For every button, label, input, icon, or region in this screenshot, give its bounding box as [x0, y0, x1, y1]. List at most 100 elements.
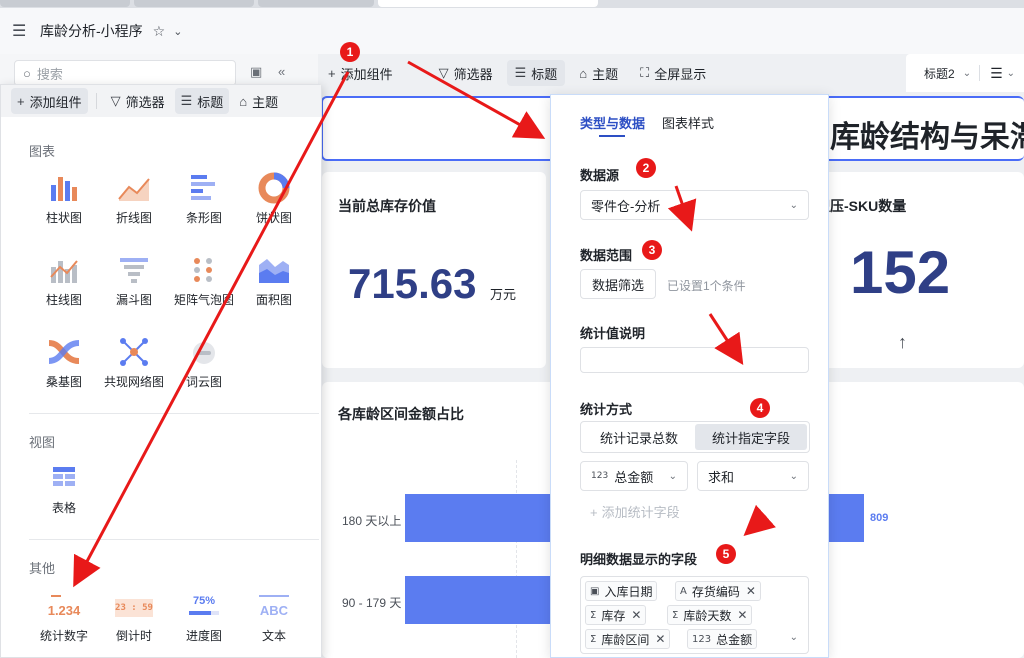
gallery-item-bar-chart[interactable]: 柱状图	[29, 171, 99, 231]
gallery-item-table[interactable]: 表格	[29, 461, 99, 521]
add-component-popup: + 添加组件 ▽ 筛选器 ☰ 标题 ⌂ 主题 图表 柱状图 折线图 条形图 饼状图 柱线…	[0, 84, 322, 658]
text-icon: ABC	[239, 589, 309, 623]
close-icon[interactable]: ✕	[655, 632, 665, 646]
word-cloud-icon	[193, 342, 215, 364]
chart-config-panel: 类型与数据 图表样式 数据源 零件仓-分析 ⌄ 数据范围 数据筛选 已设置1个条…	[550, 94, 829, 658]
kpi-card-sku-count[interactable]: 积压-SKU数量 152 ↑	[806, 172, 1024, 368]
gallery-item-funnel[interactable]: 漏斗图	[99, 253, 169, 313]
statistic-number-icon: 1.234	[29, 589, 99, 623]
chevron-down-icon: ⌄	[789, 470, 798, 482]
gallery-item-statistic-number[interactable]: 1.234 统计数字	[29, 589, 99, 649]
chart-title: 各库龄区间金额占比	[338, 406, 464, 422]
stat-field-select[interactable]: 123 总金额 ⌄	[580, 461, 688, 491]
gallery-item-horizontal-bar[interactable]: 条形图	[169, 171, 239, 231]
search-input[interactable]: ○ 搜索	[14, 60, 236, 86]
kpi-title: 积压-SKU数量	[816, 198, 907, 214]
filter-button[interactable]: ▽ 筛选器	[105, 88, 171, 114]
close-icon[interactable]: ✕	[737, 608, 747, 622]
text-field-icon: A	[680, 585, 687, 597]
bar-chart-icon	[51, 177, 77, 201]
bar-value-label: 809	[870, 512, 889, 524]
close-icon[interactable]: ✕	[746, 584, 756, 598]
close-icon[interactable]: ✕	[631, 608, 641, 622]
stat-option-count[interactable]: 统计记录总数	[583, 424, 695, 450]
fullscreen-button[interactable]: ⛶ 全屏显示	[632, 60, 714, 86]
theme-label: 主题	[592, 66, 619, 82]
detail-fields-select[interactable]: ▣ 入库日期 A 存货编码 ✕ Σ 库存 ✕ Σ 库龄天数 ✕ Σ 库龄区间 ✕ 123 总金额 ⌄	[580, 576, 809, 654]
title-level-select[interactable]: 标题2	[924, 65, 955, 82]
gallery-item-matrix-bubble[interactable]: 矩阵气泡图	[169, 253, 239, 313]
gallery-item-network[interactable]: 共现网络图	[99, 335, 169, 395]
plus-icon: +	[590, 505, 598, 520]
divider	[29, 539, 319, 540]
active-tab-indicator	[599, 135, 625, 137]
gallery-item-text[interactable]: ABC 文本	[239, 589, 309, 649]
browser-tab[interactable]	[258, 0, 374, 7]
gallery-label: 柱状图	[45, 211, 82, 225]
menu-icon[interactable]: ☰	[12, 21, 32, 41]
filter-button[interactable]: ▽ 筛选器	[431, 60, 501, 86]
arrow-up-icon: ↑	[898, 332, 907, 352]
add-stat-field-button[interactable]: + 添加统计字段	[590, 502, 680, 521]
gallery-item-line-chart[interactable]: 折线图	[99, 171, 169, 231]
star-icon[interactable]: ☆	[153, 23, 166, 40]
title-icon: ☰	[514, 65, 527, 80]
browser-tab[interactable]	[134, 0, 254, 7]
number-field-icon: 123	[591, 471, 609, 481]
gallery-item-word-cloud[interactable]: 词云图	[169, 335, 239, 395]
chevron-down-icon[interactable]: ⌄	[963, 68, 971, 79]
field-chip-label: 库存	[601, 608, 626, 623]
area-chart-icon	[259, 259, 289, 283]
stat-desc-label: 统计值说明	[580, 326, 646, 341]
filter-label: 筛选器	[453, 66, 493, 82]
gallery-item-area-chart[interactable]: 面积图	[239, 253, 309, 313]
data-filter-button[interactable]: 数据筛选	[580, 269, 656, 299]
stat-agg-select[interactable]: 求和 ⌄	[697, 461, 809, 491]
field-chip-label: 存货编码	[691, 584, 740, 599]
collapse-panel-icon[interactable]: ▣	[250, 64, 262, 80]
divider	[95, 93, 97, 109]
title-button[interactable]: ☰ 标题	[506, 60, 566, 86]
kpi-card-total-inventory[interactable]: 当前总库存价值 715.63 万元	[322, 172, 546, 368]
search-icon: ○	[23, 65, 31, 81]
network-icon	[120, 338, 148, 366]
stat-option-field[interactable]: 统计指定字段	[695, 424, 807, 450]
number-field-icon: 123	[692, 633, 712, 645]
browser-tab-active[interactable]	[378, 0, 598, 7]
theme-button[interactable]: ⌂ 主题	[571, 60, 626, 86]
gallery-label: 桑基图	[45, 375, 82, 389]
add-component-button[interactable]: + 添加组件	[11, 88, 88, 114]
theme-button[interactable]: ⌂ 主题	[233, 88, 284, 114]
data-source-select[interactable]: 零件仓-分析 ⌄	[580, 190, 809, 220]
add-component-label: 添加组件	[29, 94, 82, 110]
dashboard-title: 库龄结构与呆滞	[830, 121, 1024, 154]
tab-type-and-data[interactable]: 类型与数据	[580, 113, 645, 132]
table-icon	[53, 467, 75, 486]
gallery-label: 饼状图	[255, 211, 292, 225]
gallery-item-bar-line[interactable]: 柱线图	[29, 253, 99, 313]
title-style-controls: 标题2 ⌄ ☰ ⌄	[906, 54, 1024, 92]
detail-fields-label: 明细数据显示的字段	[580, 552, 698, 567]
gallery-label: 词云图	[185, 375, 222, 389]
add-component-button[interactable]: + 添加组件	[320, 60, 401, 86]
title-button[interactable]: ☰ 标题	[174, 88, 230, 114]
gallery-item-sankey[interactable]: 桑基图	[29, 335, 99, 395]
browser-tab[interactable]	[0, 0, 130, 7]
gallery-item-countdown[interactable]: 23 : 59 倒计时	[99, 589, 169, 649]
align-icon[interactable]: ☰	[990, 65, 1003, 82]
field-chip-label: 库龄天数	[683, 608, 732, 623]
chevron-down-icon[interactable]: ⌄	[173, 25, 182, 38]
stat-method-toggle: 统计记录总数 统计指定字段	[580, 421, 810, 453]
horizontal-bar-icon	[191, 175, 215, 200]
step-marker: 3	[642, 240, 662, 260]
shirt-icon: ⌂	[579, 65, 588, 81]
gallery-item-pie-chart[interactable]: 饼状图	[239, 171, 309, 231]
gallery-item-progress[interactable]: 75% 进度图	[169, 589, 239, 649]
stat-desc-input[interactable]	[580, 347, 809, 373]
double-chevron-left-icon[interactable]: «	[278, 64, 285, 79]
gallery-label: 折线图	[115, 211, 152, 225]
chevron-down-icon[interactable]: ⌄	[1007, 68, 1015, 79]
tab-chart-style[interactable]: 图表样式	[662, 113, 714, 132]
stat-method-label: 统计方式	[580, 402, 633, 417]
countdown-icon: 23 : 59	[99, 589, 169, 623]
